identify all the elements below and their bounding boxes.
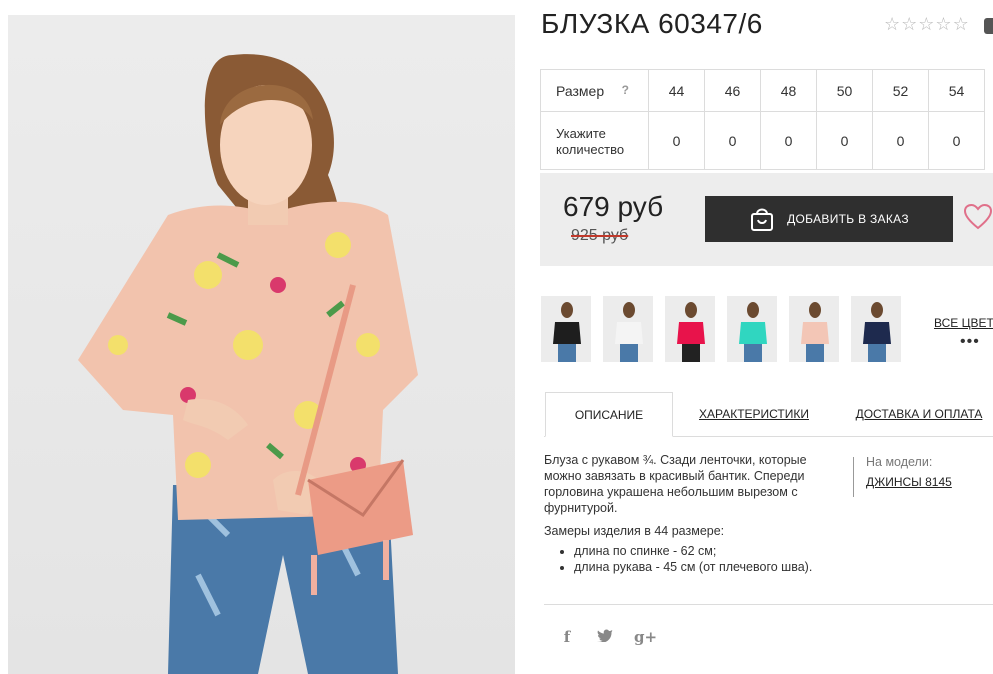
- size-cell: 46: [704, 69, 761, 112]
- product-title: БЛУЗКА 60347/6: [541, 8, 763, 39]
- add-to-order-button[interactable]: ДОБАВИТЬ В ЗАКАЗ: [705, 196, 953, 242]
- size-cell: 48: [760, 69, 817, 112]
- list-item: длина по спинке - 62 см;: [574, 543, 834, 559]
- size-cell: 50: [816, 69, 873, 112]
- quantity-input[interactable]: 0: [760, 111, 817, 170]
- description: Блуза с рукавом ¾. Сзади ленточки, котор…: [544, 452, 834, 575]
- tab-characteristics[interactable]: ХАРАКТЕРИСТИКИ: [694, 392, 814, 436]
- model-info: На модели: ДЖИНСЫ 8145: [853, 455, 952, 497]
- color-thumb[interactable]: [789, 296, 839, 362]
- twitter-icon[interactable]: [596, 628, 614, 646]
- star-icon[interactable]: ☆: [935, 15, 951, 33]
- more-colors-icon[interactable]: •••: [960, 333, 980, 351]
- facebook-icon[interactable]: f: [558, 628, 576, 646]
- size-cell: 54: [928, 69, 985, 112]
- divider: [544, 604, 993, 605]
- color-thumb[interactable]: [665, 296, 715, 362]
- color-thumb[interactable]: [603, 296, 653, 362]
- comment-icon[interactable]: [984, 18, 993, 34]
- product-photo[interactable]: [8, 15, 515, 674]
- quantity-label: Укажите количество: [556, 125, 625, 157]
- measure-title: Замеры изделия в 44 размере:: [544, 524, 725, 538]
- star-icon[interactable]: ☆: [918, 15, 934, 33]
- size-cell: 44: [648, 69, 705, 112]
- twitter-bird-icon: [597, 629, 613, 643]
- quantity-row: Укажите количество 0 0 0 0 0 0: [540, 111, 985, 170]
- size-table: Размер ? 44 46 48 50 52 54 Укажите колич…: [540, 69, 985, 170]
- quantity-input[interactable]: 0: [648, 111, 705, 170]
- color-variants: [541, 296, 901, 362]
- star-icon[interactable]: ☆: [953, 15, 969, 33]
- size-cell: 52: [872, 69, 929, 112]
- size-row: Размер ? 44 46 48 50 52 54: [540, 69, 985, 112]
- tab-description[interactable]: ОПИСАНИЕ: [545, 392, 673, 437]
- color-thumb[interactable]: [851, 296, 901, 362]
- model-illustration: [78, 54, 418, 674]
- heart-icon[interactable]: [963, 203, 993, 231]
- quantity-label-cell: Укажите количество: [540, 111, 649, 170]
- size-label: Размер: [556, 82, 605, 99]
- all-colors-link[interactable]: ВСЕ ЦВЕТА: [934, 316, 993, 330]
- list-item: длина рукава - 45 см (от плечевого шва).: [574, 559, 834, 575]
- model-label: На модели:: [866, 455, 933, 469]
- color-thumb[interactable]: [727, 296, 777, 362]
- star-icon[interactable]: ☆: [901, 15, 917, 33]
- size-help-icon[interactable]: ?: [622, 83, 629, 97]
- size-label-cell: Размер ?: [540, 69, 649, 112]
- description-text: Блуза с рукавом ¾. Сзади ленточки, котор…: [544, 453, 807, 515]
- model-jeans-link[interactable]: ДЖИНСЫ 8145: [866, 475, 952, 489]
- buy-box: 679 руб 925 руб ДОБАВИТЬ В ЗАКАЗ: [540, 173, 993, 266]
- old-price: 925 руб: [571, 227, 629, 244]
- color-thumb[interactable]: [541, 296, 591, 362]
- rating-stars[interactable]: ☆ ☆ ☆ ☆ ☆: [884, 15, 969, 33]
- measure-list: длина по спинке - 62 см; длина рукава - …: [544, 543, 834, 575]
- add-to-order-label: ДОБАВИТЬ В ЗАКАЗ: [787, 212, 909, 226]
- quantity-input[interactable]: 0: [704, 111, 761, 170]
- quantity-input[interactable]: 0: [816, 111, 873, 170]
- info-tabs: ОПИСАНИЕ ХАРАКТЕРИСТИКИ ДОСТАВКА И ОПЛАТ…: [544, 392, 993, 437]
- shopping-bag-icon: [751, 208, 774, 231]
- star-icon[interactable]: ☆: [884, 15, 900, 33]
- social-share: f g+: [558, 628, 657, 646]
- quantity-input[interactable]: 0: [872, 111, 929, 170]
- tab-delivery-payment[interactable]: ДОСТАВКА И ОПЛАТА: [854, 392, 984, 436]
- quantity-input[interactable]: 0: [928, 111, 985, 170]
- current-price: 679 руб: [563, 191, 664, 222]
- google-plus-icon[interactable]: g+: [634, 628, 657, 646]
